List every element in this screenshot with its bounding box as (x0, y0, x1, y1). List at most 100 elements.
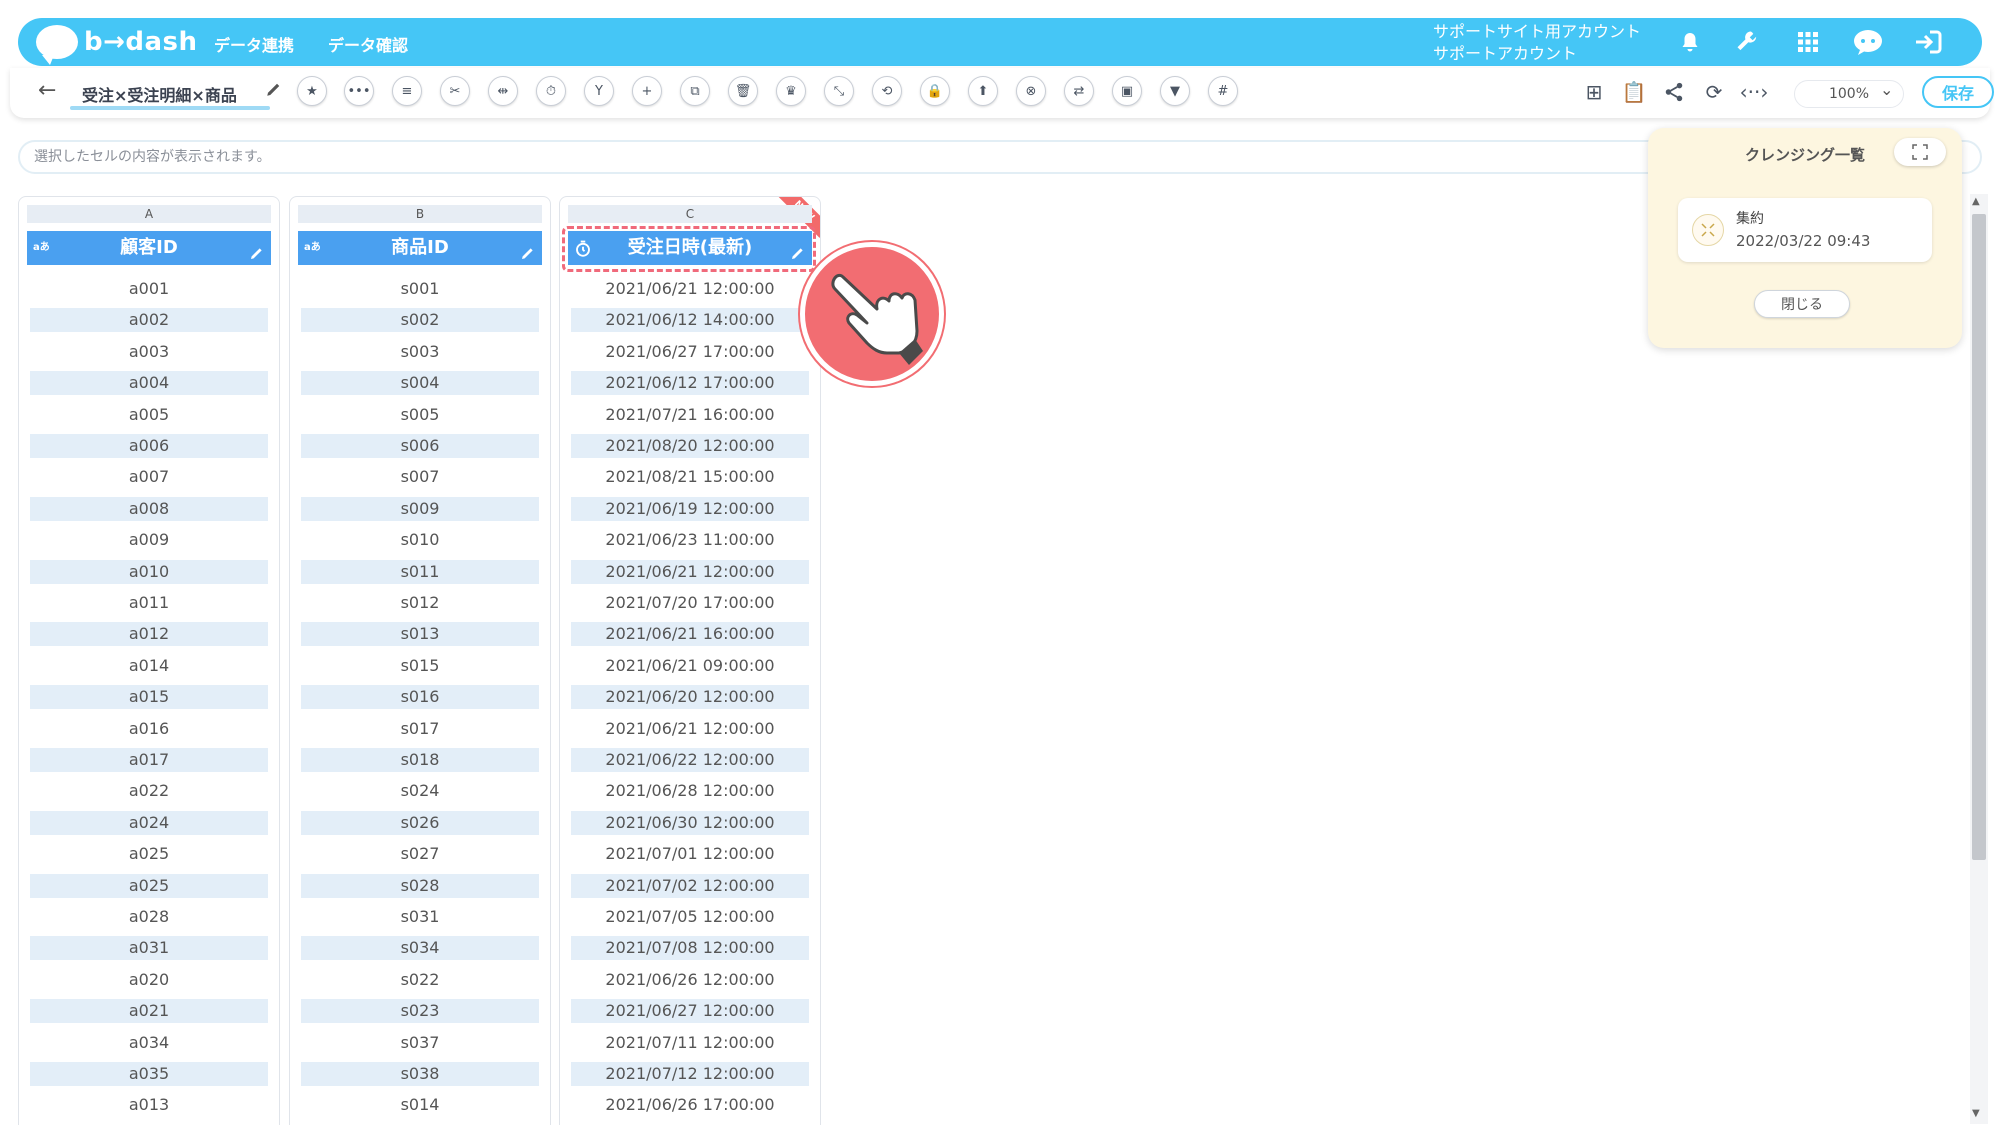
table-cell[interactable]: 2021/06/21 12:00:00 (571, 559, 809, 584)
table-cell[interactable]: 2021/08/21 15:00:00 (571, 465, 809, 489)
table-cell[interactable]: s026 (301, 810, 539, 835)
table-cell[interactable]: 2021/07/02 12:00:00 (571, 873, 809, 898)
cleansing-item[interactable]: 集約 2022/03/22 09:43 (1678, 198, 1932, 262)
table-cell[interactable]: a013 (30, 1093, 268, 1117)
table-cell[interactable]: a035 (30, 1062, 268, 1086)
flow-icon[interactable]: ⊞ (1580, 78, 1608, 106)
table-cell[interactable]: s010 (301, 528, 539, 552)
table-cell[interactable]: a010 (30, 559, 268, 584)
table-cell[interactable]: a031 (30, 936, 268, 961)
table-cell[interactable]: s031 (301, 905, 539, 929)
edit-pencil-icon[interactable] (249, 239, 265, 273)
table-cell[interactable]: a024 (30, 810, 268, 835)
table-cell[interactable]: 2021/06/21 09:00:00 (571, 654, 809, 678)
table-cell[interactable]: 2021/06/28 12:00:00 (571, 779, 809, 803)
more-icon[interactable]: ••• (344, 76, 374, 106)
table-cell[interactable]: 2021/08/20 12:00:00 (571, 434, 809, 458)
table-cell[interactable]: 2021/07/21 16:00:00 (571, 403, 809, 427)
table-cell[interactable]: 2021/07/20 17:00:00 (571, 591, 809, 615)
copy-icon[interactable]: ⧉ (680, 76, 710, 106)
table-cell[interactable]: a006 (30, 434, 268, 458)
bdash-logo[interactable]: b→dash (36, 24, 198, 65)
account-info[interactable]: サポートサイト用アカウント サポートアカウント (1433, 21, 1641, 65)
table-cell[interactable]: s004 (301, 371, 539, 396)
table-cell[interactable]: 2021/06/21 16:00:00 (571, 622, 809, 647)
table-cell[interactable]: s014 (301, 1093, 539, 1117)
filter-icon[interactable]: ▼ (1160, 76, 1190, 106)
upload-icon[interactable]: ⬆ (968, 76, 998, 106)
table-cell[interactable]: a004 (30, 371, 268, 396)
table-cell[interactable]: s023 (301, 999, 539, 1024)
repeat-icon[interactable]: ⟲ (872, 76, 902, 106)
branch-icon[interactable]: Y (584, 76, 614, 106)
table-cell[interactable]: a020 (30, 968, 268, 992)
column-header-customer-id[interactable]: aあ 顧客ID (27, 231, 271, 265)
lock-icon[interactable]: 🔒 (920, 76, 950, 106)
table-cell[interactable]: a034 (30, 1031, 268, 1055)
table-cell[interactable]: s017 (301, 717, 539, 741)
scissors-icon[interactable]: ✂ (440, 76, 470, 106)
table-cell[interactable]: a008 (30, 496, 268, 521)
star-icon[interactable]: ★ (297, 76, 327, 106)
table-cell[interactable]: a014 (30, 654, 268, 678)
table-cell[interactable]: a009 (30, 528, 268, 552)
cancel-icon[interactable]: ⊗ (1016, 76, 1046, 106)
table-cell[interactable]: s022 (301, 968, 539, 992)
table-cell[interactable]: 2021/06/21 12:00:00 (571, 277, 809, 301)
share-icon[interactable] (1660, 78, 1688, 106)
crown-icon[interactable]: ♛ (776, 76, 806, 106)
table-cell[interactable]: 2021/06/27 12:00:00 (571, 999, 809, 1024)
table-cell[interactable]: a016 (30, 717, 268, 741)
title-edit-pencil-icon[interactable] (265, 80, 283, 102)
table-cell[interactable]: s038 (301, 1062, 539, 1086)
table-cell[interactable]: 2021/07/11 12:00:00 (571, 1031, 809, 1055)
table-cell[interactable]: s013 (301, 622, 539, 647)
edit-pencil-icon[interactable] (520, 239, 536, 273)
table-cell[interactable]: 2021/06/12 14:00:00 (571, 308, 809, 333)
replace-icon[interactable]: ⇄ (1064, 76, 1094, 106)
plus-icon[interactable]: + (632, 76, 662, 106)
table-cell[interactable]: s007 (301, 465, 539, 489)
grid-icon[interactable]: # (1208, 76, 1238, 106)
back-arrow-icon[interactable]: ← (38, 78, 56, 103)
table-cell[interactable]: s018 (301, 748, 539, 772)
expand-icon[interactable] (1894, 138, 1946, 166)
table-cell[interactable]: s002 (301, 308, 539, 333)
table-cell[interactable]: s024 (301, 779, 539, 803)
chat-bot-icon[interactable] (1852, 26, 1884, 58)
nav-data-check[interactable]: データ確認 (328, 32, 408, 56)
frame-icon[interactable]: ▣ (1112, 76, 1142, 106)
table-cell[interactable]: s034 (301, 936, 539, 961)
timer-icon[interactable]: ⏱ (536, 76, 566, 106)
table-cell[interactable]: s028 (301, 873, 539, 898)
refresh-file-icon[interactable]: ⟳ (1700, 78, 1728, 106)
table-cell[interactable]: s027 (301, 842, 539, 866)
table-cell[interactable]: a003 (30, 340, 268, 364)
table-cell[interactable]: 2021/07/08 12:00:00 (571, 936, 809, 961)
close-button[interactable]: 閉じる (1754, 290, 1850, 318)
table-cell[interactable]: a001 (30, 277, 268, 301)
table-cell[interactable]: s037 (301, 1031, 539, 1055)
scroll-down-arrow-icon[interactable]: ▼ (1972, 1108, 1980, 1119)
table-cell[interactable]: a007 (30, 465, 268, 489)
table-cell[interactable]: s006 (301, 434, 539, 458)
table-cell[interactable]: 2021/06/27 17:00:00 (571, 340, 809, 364)
table-cell[interactable]: 2021/07/01 12:00:00 (571, 842, 809, 866)
table-cell[interactable]: 2021/06/21 12:00:00 (571, 717, 809, 741)
table-cell[interactable]: s012 (301, 591, 539, 615)
table-cell[interactable]: 2021/06/30 12:00:00 (571, 810, 809, 835)
logout-icon[interactable] (1912, 26, 1944, 58)
wrench-icon[interactable] (1732, 26, 1764, 58)
scroll-up-arrow-icon[interactable]: ▲ (1972, 196, 1980, 207)
table-cell[interactable]: 2021/06/23 11:00:00 (571, 528, 809, 552)
code-icon[interactable]: ‹··› (1740, 78, 1769, 106)
list-icon[interactable]: ≡ (392, 76, 422, 106)
collapse-icon[interactable]: ⤡ (824, 76, 854, 106)
table-cell[interactable]: s011 (301, 559, 539, 584)
flow-title[interactable]: 受注×受注明細×商品 (82, 82, 237, 106)
table-cell[interactable]: 2021/06/20 12:00:00 (571, 685, 809, 710)
table-cell[interactable]: s003 (301, 340, 539, 364)
table-cell[interactable]: 2021/07/12 12:00:00 (571, 1062, 809, 1086)
table-cell[interactable]: 2021/06/12 17:00:00 (571, 371, 809, 396)
table-cell[interactable]: s016 (301, 685, 539, 710)
